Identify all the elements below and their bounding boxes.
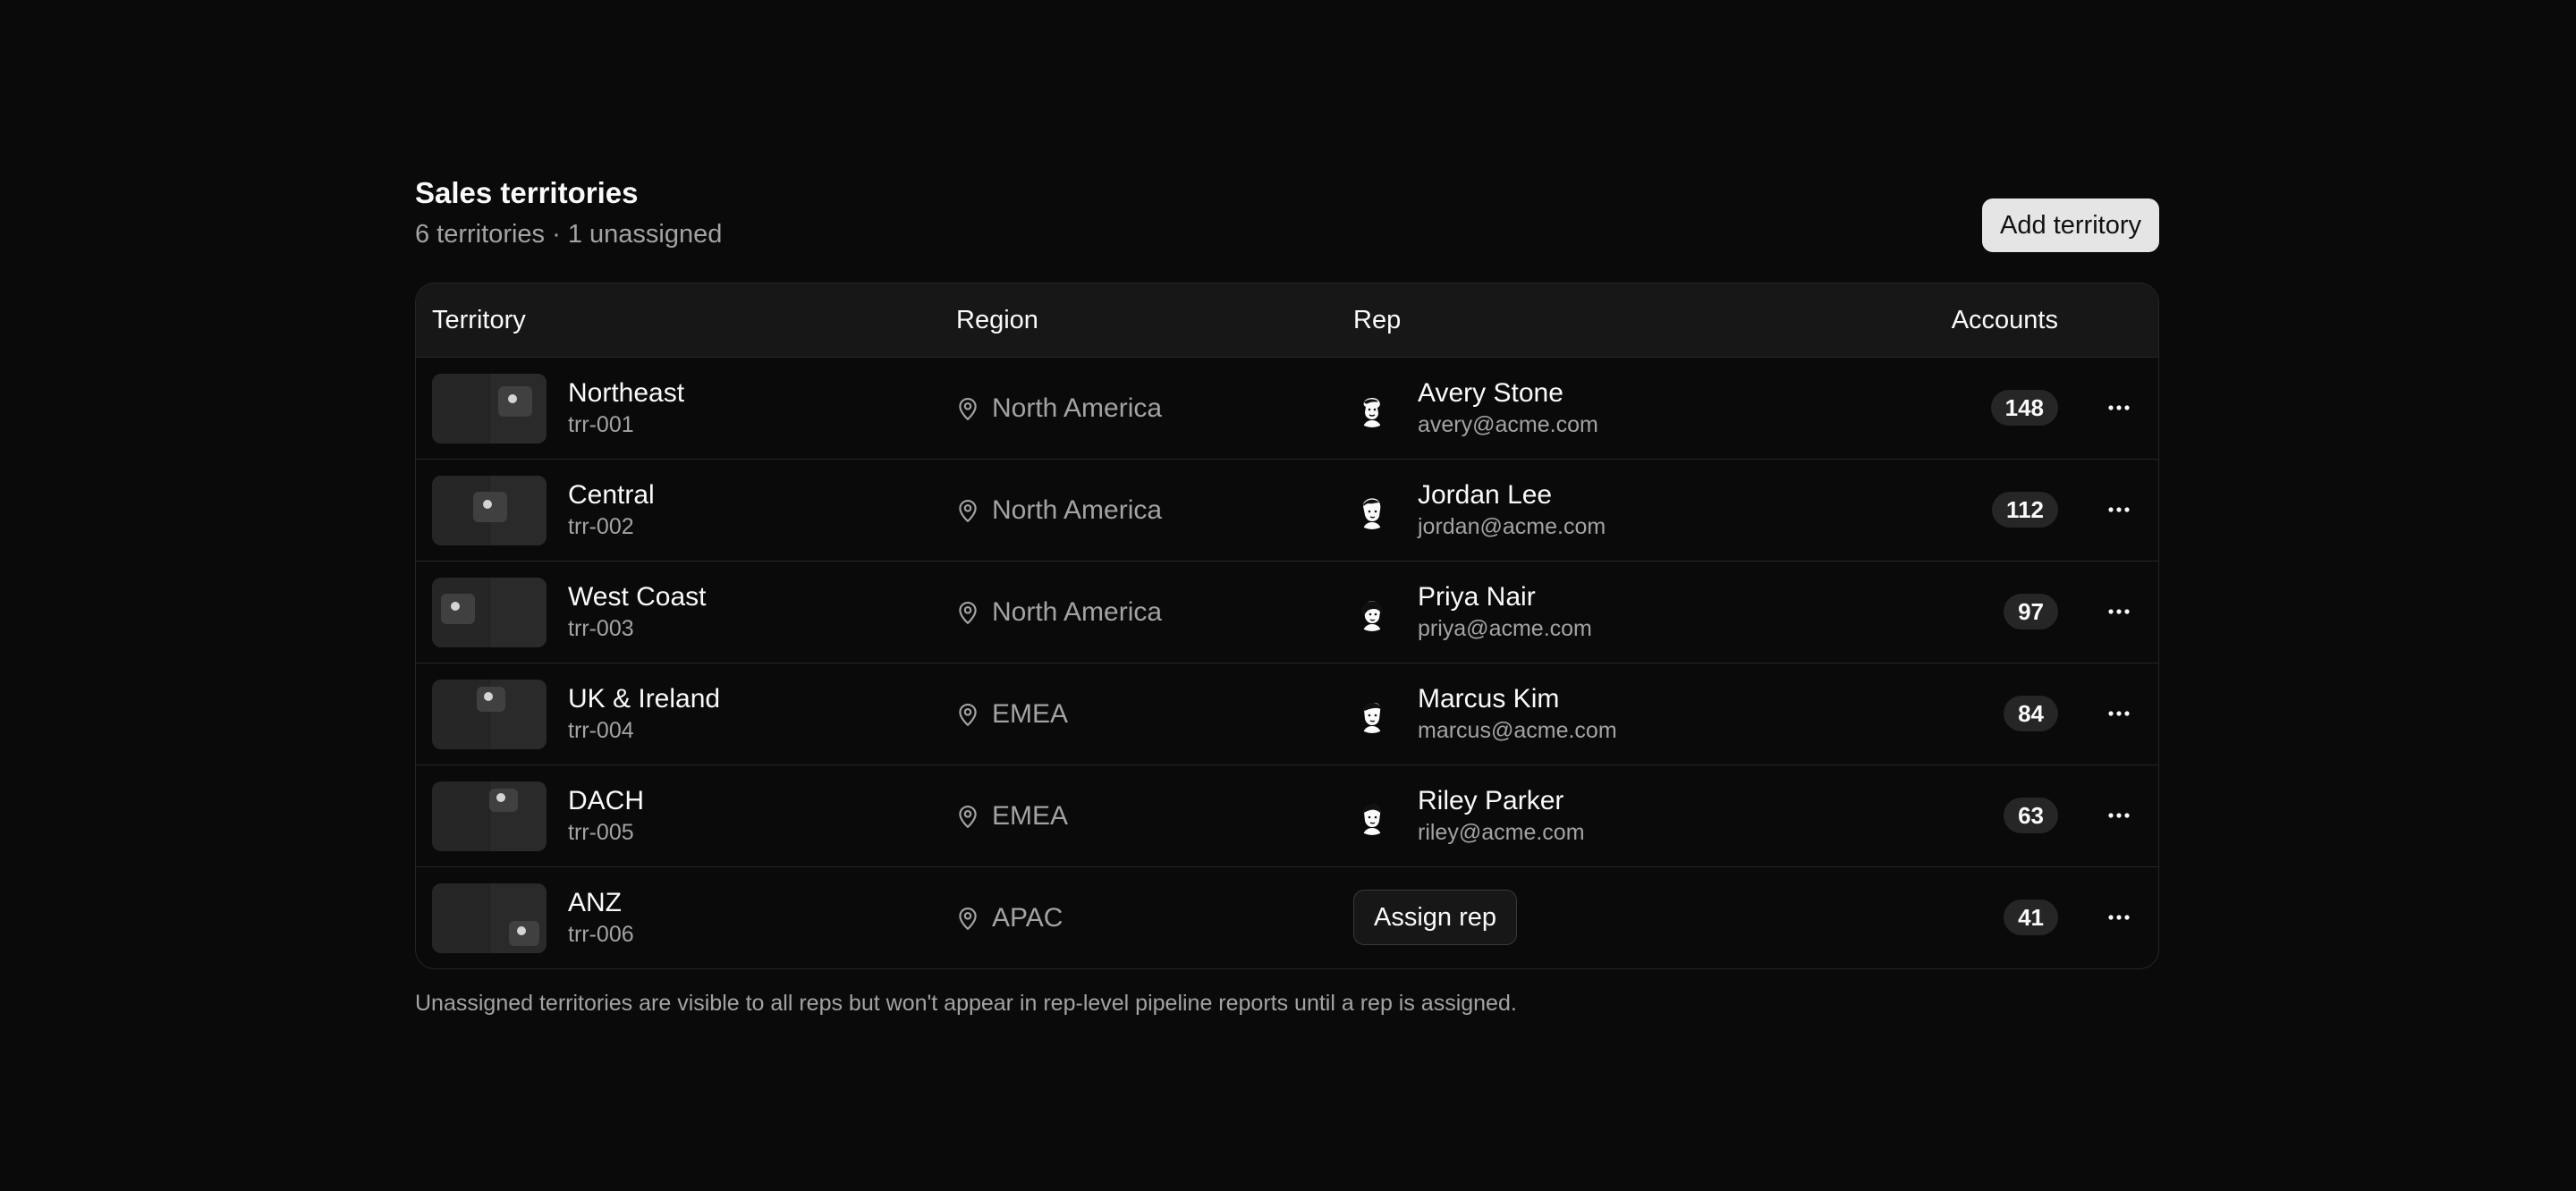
rep-email: riley@acme.com (1418, 820, 1585, 845)
region-label: EMEA (992, 800, 1069, 831)
more-horizontal-icon (2108, 405, 2130, 410)
add-territory-button[interactable]: Add territory (1982, 198, 2159, 252)
territory-code: trr-001 (568, 412, 634, 437)
table-row[interactable]: UK & Ireland trr-004 EMEA Marcus Kim mar… (416, 663, 2158, 765)
table-row[interactable]: West Coast trr-003 North America Priya N… (416, 562, 2158, 663)
territories-table: Territory Region Rep Accounts Northeast … (415, 283, 2159, 969)
table-row[interactable]: DACH trr-005 EMEA Riley Parker riley@acm… (416, 765, 2158, 867)
more-actions-button[interactable] (2105, 495, 2133, 524)
table-row[interactable]: ANZ trr-006 APAC Assign rep 41 (416, 867, 2158, 968)
region-label: EMEA (992, 698, 1069, 729)
territory-map-thumbnail (432, 578, 547, 647)
column-header-territory[interactable]: Territory (432, 283, 526, 357)
territory-code: trr-006 (568, 922, 634, 947)
page-title: Sales territories (415, 176, 639, 209)
accounts-count-badge: 97 (2004, 594, 2058, 629)
more-horizontal-icon (2108, 507, 2130, 512)
column-header-rep[interactable]: Rep (1353, 283, 1401, 357)
region-label: North America (992, 596, 1163, 627)
table-row[interactable]: Northeast trr-001 North America Avery St… (416, 358, 2158, 460)
page-subtitle: 6 territories · 1 unassigned (415, 220, 723, 249)
territory-map-thumbnail (432, 883, 547, 953)
region-label: North America (992, 494, 1163, 525)
more-horizontal-icon (2108, 609, 2130, 614)
avatar (1353, 594, 1391, 631)
rep-name: Marcus Kim (1418, 684, 1560, 714)
rep-name: Priya Nair (1418, 582, 1536, 612)
table-header: Territory Region Rep Accounts (416, 283, 2158, 358)
rep-email: jordan@acme.com (1418, 514, 1606, 539)
territory-code: trr-005 (568, 820, 634, 845)
map-pin-icon (959, 601, 977, 624)
more-actions-button[interactable] (2105, 393, 2133, 422)
column-header-accounts[interactable]: Accounts (1952, 283, 2058, 357)
territory-name: Central (568, 480, 655, 510)
more-actions-button[interactable] (2105, 903, 2133, 932)
page-header: Sales territories 6 territories · 1 unas… (415, 175, 2159, 283)
region-cell: EMEA (956, 765, 1068, 866)
more-actions-button[interactable] (2105, 801, 2133, 830)
map-pin-icon (959, 499, 977, 522)
footnote: Unassigned territories are visible to al… (415, 991, 1517, 1016)
territories-panel: Sales territories 6 territories · 1 unas… (415, 175, 2159, 1016)
more-horizontal-icon (2108, 711, 2130, 716)
region-label: APAC (992, 902, 1063, 933)
territory-name: Northeast (568, 378, 685, 408)
avatar (1353, 390, 1391, 427)
accounts-count-badge: 112 (1992, 492, 2058, 528)
territory-code: trr-003 (568, 616, 634, 641)
territory-map-thumbnail (432, 680, 547, 749)
more-horizontal-icon (2108, 813, 2130, 818)
territory-map-thumbnail (432, 476, 547, 545)
territory-code: trr-002 (568, 514, 634, 539)
rep-email: priya@acme.com (1418, 616, 1592, 641)
territory-code: trr-004 (568, 718, 634, 743)
accounts-count-badge: 148 (1990, 390, 2058, 426)
more-horizontal-icon (2108, 915, 2130, 920)
avatar (1353, 696, 1391, 733)
rep-name: Jordan Lee (1418, 480, 1553, 510)
region-cell: North America (956, 562, 1162, 663)
region-label: North America (992, 393, 1163, 423)
territory-map-thumbnail (432, 781, 547, 851)
more-actions-button[interactable] (2105, 699, 2133, 728)
more-actions-button[interactable] (2105, 597, 2133, 626)
rep-email: marcus@acme.com (1418, 718, 1617, 743)
region-cell: North America (956, 358, 1162, 459)
map-pin-icon (959, 397, 977, 420)
rep-name: Riley Parker (1418, 786, 1564, 815)
rep-name: Avery Stone (1418, 378, 1563, 408)
territory-name: West Coast (568, 582, 707, 612)
accounts-count-badge: 84 (2004, 696, 2058, 731)
avatar (1353, 492, 1391, 529)
territory-name: UK & Ireland (568, 684, 721, 714)
region-cell: EMEA (956, 663, 1068, 764)
map-pin-icon (959, 805, 977, 828)
territory-map-thumbnail (432, 374, 547, 443)
territory-name: ANZ (568, 888, 622, 917)
territory-name: DACH (568, 786, 645, 815)
accounts-count-badge: 63 (2004, 798, 2058, 833)
rep-email: avery@acme.com (1418, 412, 1598, 437)
assign-rep-button[interactable]: Assign rep (1353, 890, 1518, 945)
region-cell: North America (956, 460, 1162, 561)
map-pin-icon (959, 703, 977, 726)
region-cell: APAC (956, 867, 1063, 968)
map-pin-icon (959, 907, 977, 930)
accounts-count-badge: 41 (2004, 900, 2058, 935)
table-row[interactable]: Central trr-002 North America Jordan Lee… (416, 460, 2158, 562)
column-header-region[interactable]: Region (956, 283, 1038, 357)
avatar (1353, 798, 1391, 835)
